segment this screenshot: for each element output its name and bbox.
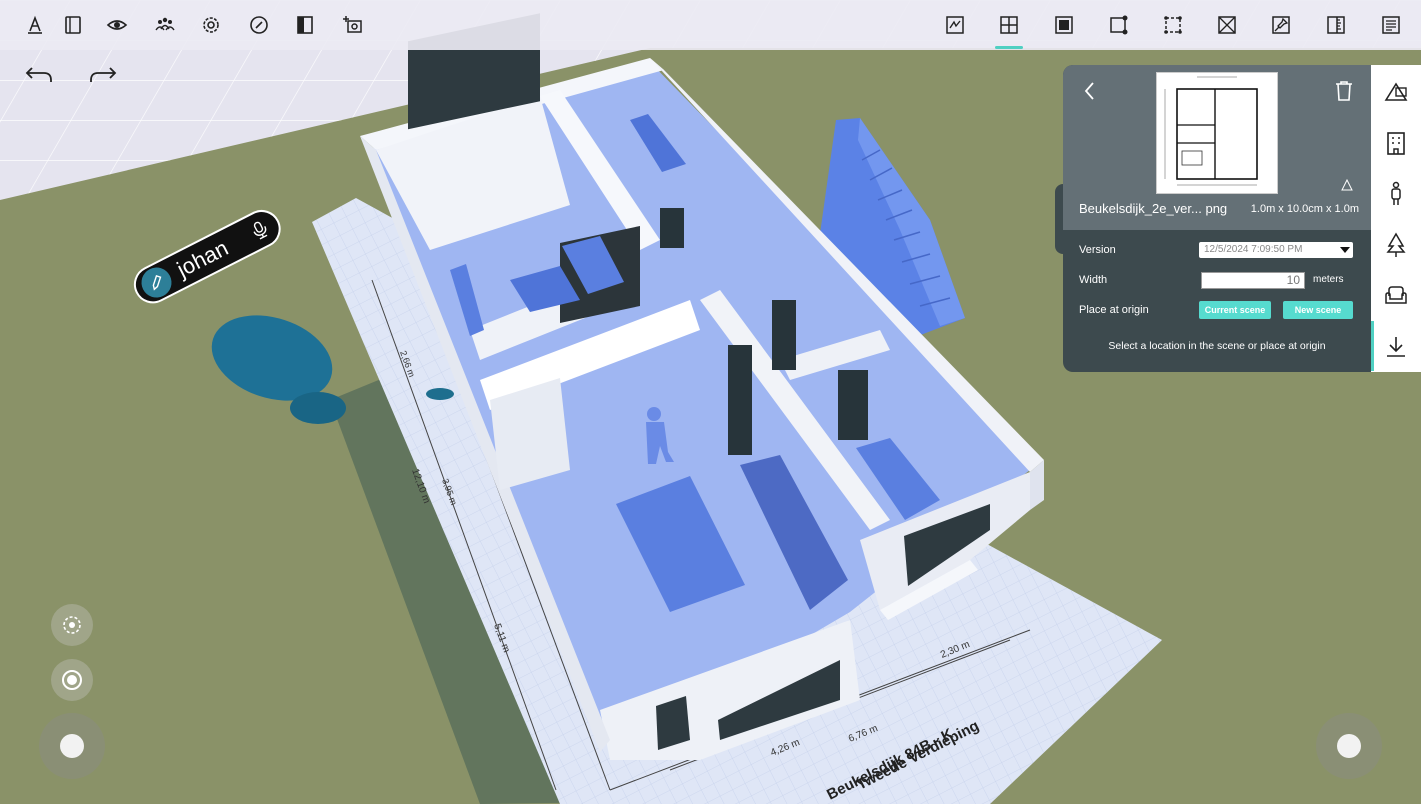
back-button[interactable]: [1079, 79, 1101, 103]
redo-icon: [90, 67, 117, 82]
door: [838, 370, 868, 440]
width-input[interactable]: 10: [1201, 272, 1305, 289]
trash-icon: [1336, 81, 1352, 101]
redo-button[interactable]: [86, 62, 120, 88]
building-icon[interactable]: [1371, 118, 1421, 168]
place-at-origin-label: Place at origin: [1079, 304, 1149, 316]
width-label: Width: [1079, 274, 1108, 286]
rotate-view-button[interactable]: [51, 604, 93, 646]
category-sidebar: [1371, 65, 1421, 372]
door: [660, 208, 684, 248]
shapes-icon[interactable]: [1371, 67, 1421, 117]
placement-hint: Select a location in the scene or place …: [1108, 340, 1326, 352]
joystick-knob[interactable]: [1337, 734, 1361, 758]
file-dimensions: 1.0m x 10.0cm x 1.0m: [1250, 203, 1359, 215]
toolbar-active-indicator: [995, 46, 1023, 49]
file-name: Beukelsdijk_2e_ver... png: [1079, 201, 1228, 216]
armchair-icon[interactable]: [1371, 271, 1421, 321]
undo-button[interactable]: [22, 62, 56, 88]
cross-box-icon[interactable]: [1214, 12, 1240, 38]
compass-icon[interactable]: [246, 12, 272, 38]
warning-icon: [1341, 179, 1353, 191]
floorplan-thumbnail: [1156, 72, 1278, 194]
download-icon[interactable]: [1371, 322, 1421, 372]
category-active-indicator: [1371, 321, 1374, 371]
ruler-icon[interactable]: [1323, 12, 1349, 38]
version-label: Version: [1079, 244, 1116, 256]
person-icon[interactable]: [1371, 169, 1421, 219]
dashed-square-icon[interactable]: [1160, 12, 1186, 38]
text-style-icon[interactable]: [22, 12, 48, 38]
solid-square-icon[interactable]: [1051, 12, 1077, 38]
pencil-icon[interactable]: [136, 262, 177, 303]
panel-icon[interactable]: [60, 12, 86, 38]
pin-icon[interactable]: [1268, 12, 1294, 38]
door: [728, 345, 752, 455]
tree-icon[interactable]: [1371, 220, 1421, 270]
caret-down-icon: [1340, 247, 1350, 253]
version-value: 12/5/2024 7:09:50 PM: [1204, 244, 1303, 255]
width-unit: meters: [1313, 274, 1344, 285]
eye-icon[interactable]: [104, 12, 130, 38]
grid-plan-icon[interactable]: [996, 12, 1022, 38]
joystick-knob[interactable]: [60, 734, 84, 758]
settings-icon[interactable]: [198, 12, 224, 38]
door: [772, 300, 796, 370]
undo-icon: [25, 67, 52, 82]
look-joystick[interactable]: [1316, 713, 1382, 779]
rotate-icon: [63, 616, 81, 634]
image-import-panel: Beukelsdijk_2e_ver... png 1.0m x 10.0cm …: [1063, 65, 1371, 372]
chevron-left-icon: [1084, 82, 1094, 100]
split-view-icon[interactable]: [292, 12, 318, 38]
add-camera-icon[interactable]: [340, 12, 366, 38]
target-icon: [62, 670, 82, 690]
new-scene-button[interactable]: New scene: [1283, 301, 1353, 319]
recenter-button[interactable]: [51, 659, 93, 701]
node-square-icon[interactable]: [1106, 12, 1132, 38]
users-icon[interactable]: [152, 12, 178, 38]
version-dropdown[interactable]: 12/5/2024 7:09:50 PM: [1199, 242, 1353, 258]
current-scene-button[interactable]: Current scene: [1199, 301, 1271, 319]
move-joystick[interactable]: [39, 713, 105, 779]
sketch-icon[interactable]: [942, 12, 968, 38]
top-toolbar: [0, 0, 1421, 50]
list-panel-icon[interactable]: [1378, 12, 1404, 38]
delete-button[interactable]: [1333, 79, 1357, 103]
